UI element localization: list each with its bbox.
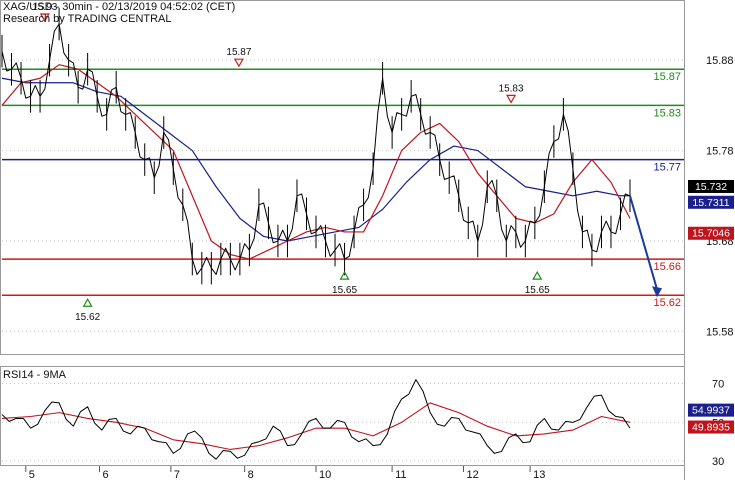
x-tick-label: 6 bbox=[103, 469, 109, 480]
level-label-resistance: 15.87 bbox=[653, 71, 681, 83]
rsi-tick-label: 70 bbox=[712, 379, 724, 391]
price-panel: 15.8815.7815.6815.5815.8715.8315.7715.66… bbox=[0, 0, 734, 355]
x-tick-label: 5 bbox=[29, 469, 35, 480]
low-marker-icon bbox=[82, 298, 93, 307]
marker-label: 15.62 bbox=[75, 312, 100, 323]
rsi-tag-label: 54.9937 bbox=[692, 405, 730, 417]
price-panel-frame bbox=[0, 0, 685, 355]
level-label-support: 15.62 bbox=[653, 297, 681, 309]
chart-source: Research by TRADING CENTRAL bbox=[3, 13, 172, 25]
low-marker-icon bbox=[532, 270, 543, 280]
x-tick-label: 12 bbox=[466, 469, 478, 480]
price-tag-label: 15.732 bbox=[695, 181, 727, 193]
level-label-support: 15.66 bbox=[653, 261, 681, 273]
rsi-tick-label: 30 bbox=[712, 456, 724, 468]
marker-label: 15.87 bbox=[226, 47, 251, 58]
level-label-resistance: 15.83 bbox=[653, 107, 681, 119]
chart-title: XAG/USD - 30min - 02/13/2019 04:52:02 (C… bbox=[3, 1, 236, 13]
marker-label: 15.65 bbox=[332, 285, 357, 296]
y-tick-label: 15.78 bbox=[706, 146, 734, 158]
chart-canvas: 15.8815.7815.6815.5815.8715.8315.7715.66… bbox=[0, 0, 734, 480]
high-marker-icon bbox=[506, 94, 517, 104]
x-tick-label: 11 bbox=[395, 469, 406, 480]
rsi-panel: 705030RSI14 - 9MA54.993749.8935 bbox=[0, 366, 734, 468]
marker-label: 15.65 bbox=[525, 285, 550, 296]
x-tick-label: 10 bbox=[319, 469, 331, 480]
time-axis: 5 6 7 8 10 11 12 13 bbox=[25, 0, 685, 480]
x-tick-label: 8 bbox=[248, 469, 254, 480]
price-tag-label: 15.7311 bbox=[692, 197, 729, 209]
rsi-moving-average-line bbox=[1, 402, 631, 451]
rsi-title: RSI14 - 9MA bbox=[3, 369, 67, 381]
marker-label: 15.83 bbox=[499, 83, 524, 94]
x-tick-label: 7 bbox=[174, 469, 180, 480]
y-tick-label: 15.88 bbox=[706, 55, 734, 67]
rsi-tag-label: 49.8935 bbox=[692, 422, 730, 434]
low-marker-icon bbox=[339, 270, 350, 280]
level-label-pivot: 15.77 bbox=[653, 162, 681, 174]
y-tick-label: 15.58 bbox=[706, 326, 734, 338]
projection-arrow bbox=[629, 195, 658, 290]
x-tick-label: 13 bbox=[533, 469, 545, 480]
price-tag-label: 15.7046 bbox=[692, 228, 730, 240]
